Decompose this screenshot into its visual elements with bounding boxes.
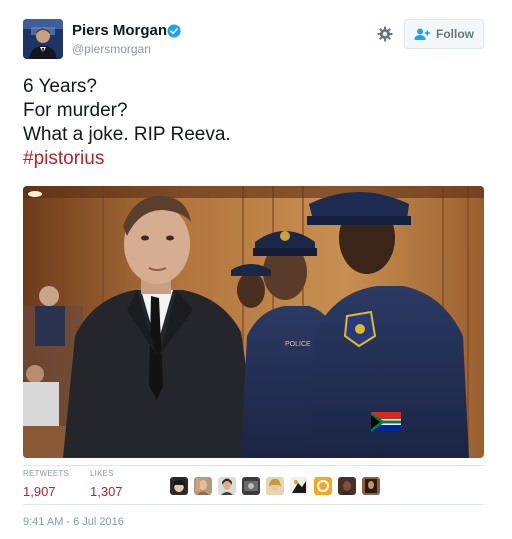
svg-text:POLICE: POLICE: [285, 341, 311, 348]
tweet-timestamp[interactable]: 9:41 AM - 6 Jul 2016: [23, 516, 124, 528]
tweet-card: Piers Morgan @piersmorgan Follow 6 Years…: [0, 0, 512, 539]
liker-avatar[interactable]: [314, 477, 332, 495]
liker-avatar[interactable]: [170, 477, 188, 495]
likes-label: LIKES: [90, 469, 114, 478]
stats-top-divider: [23, 465, 484, 466]
liker-avatar[interactable]: [242, 477, 260, 495]
tweet-line: What a joke. RIP Reeva.: [23, 124, 231, 145]
follow-label: Follow: [436, 27, 474, 41]
liker-avatar[interactable]: [218, 477, 236, 495]
gear-icon[interactable]: [377, 26, 393, 42]
tweet-line: 6 Years?: [23, 76, 97, 97]
liker-avatar[interactable]: [194, 477, 212, 495]
author-avatar[interactable]: [23, 19, 63, 59]
person-plus-icon: [414, 28, 430, 40]
tweet-photo[interactable]: POLICE: [23, 186, 484, 458]
follow-button[interactable]: Follow: [404, 19, 484, 49]
liker-avatar[interactable]: [362, 477, 380, 495]
retweets-count: 1,907: [23, 484, 56, 499]
liker-avatars: [170, 477, 380, 495]
retweets-label: RETWEETS: [23, 469, 70, 478]
liker-avatar[interactable]: [338, 477, 356, 495]
tweet-text: 6 Years? For murder? What a joke. RIP Re…: [23, 75, 483, 171]
stats-bottom-divider: [23, 504, 484, 505]
likes-count: 1,307: [90, 484, 123, 499]
liker-avatar[interactable]: [266, 477, 284, 495]
likes-stat[interactable]: LIKES 1,307: [90, 469, 123, 499]
retweets-stat[interactable]: RETWEETS 1,907: [23, 469, 69, 499]
author-handle[interactable]: @piersmorgan: [72, 42, 151, 56]
verified-badge-icon: [167, 24, 181, 38]
hashtag-link[interactable]: #pistorius: [23, 147, 483, 171]
liker-avatar[interactable]: [290, 477, 308, 495]
author-name[interactable]: Piers Morgan: [72, 22, 167, 39]
tweet-line: For murder?: [23, 100, 128, 121]
